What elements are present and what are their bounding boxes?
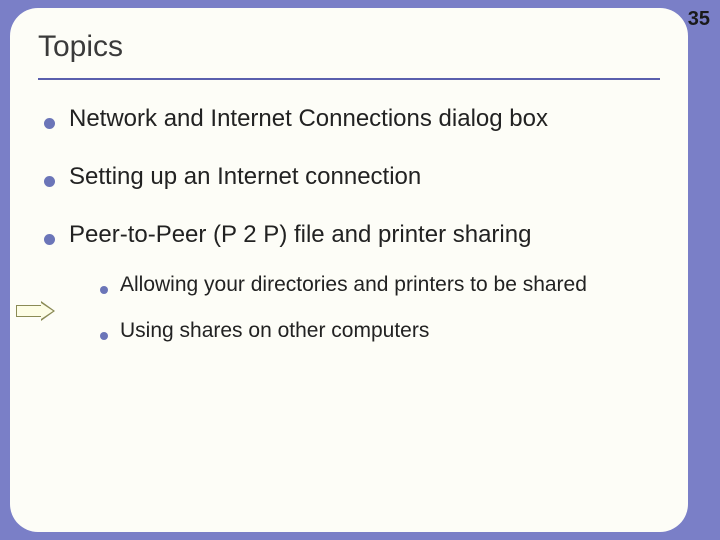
sub-bullet-text: Using shares on other computers [120,318,429,344]
bullet-item: Setting up an Internet connection [44,162,668,192]
arrow-pointer-icon [16,302,56,320]
sub-bullet-item: Allowing your directories and printers t… [100,272,668,298]
bullet-text: Peer-to-Peer (P 2 P) file and printer sh… [69,220,531,250]
bullet-icon [44,176,55,187]
bullet-icon [100,332,108,340]
sub-bullet-text: Allowing your directories and printers t… [120,272,587,298]
bullet-icon [44,234,55,245]
slide-content: Network and Internet Connections dialog … [10,80,688,345]
slide-header: Topics [10,8,688,80]
bullet-item: Peer-to-Peer (P 2 P) file and printer sh… [44,220,668,250]
slide-title: Topics [38,30,660,64]
title-underline [38,78,660,80]
slide-card: Topics Network and Internet Connections … [10,8,688,532]
bullet-icon [44,118,55,129]
bullet-text: Network and Internet Connections dialog … [69,104,548,134]
page-number: 35 [688,8,710,31]
bullet-text: Setting up an Internet connection [69,162,421,192]
sub-bullet-item: Using shares on other computers [100,318,668,344]
bullet-item: Network and Internet Connections dialog … [44,104,668,134]
bullet-icon [100,286,108,294]
sub-bullet-list: Allowing your directories and printers t… [44,272,668,345]
